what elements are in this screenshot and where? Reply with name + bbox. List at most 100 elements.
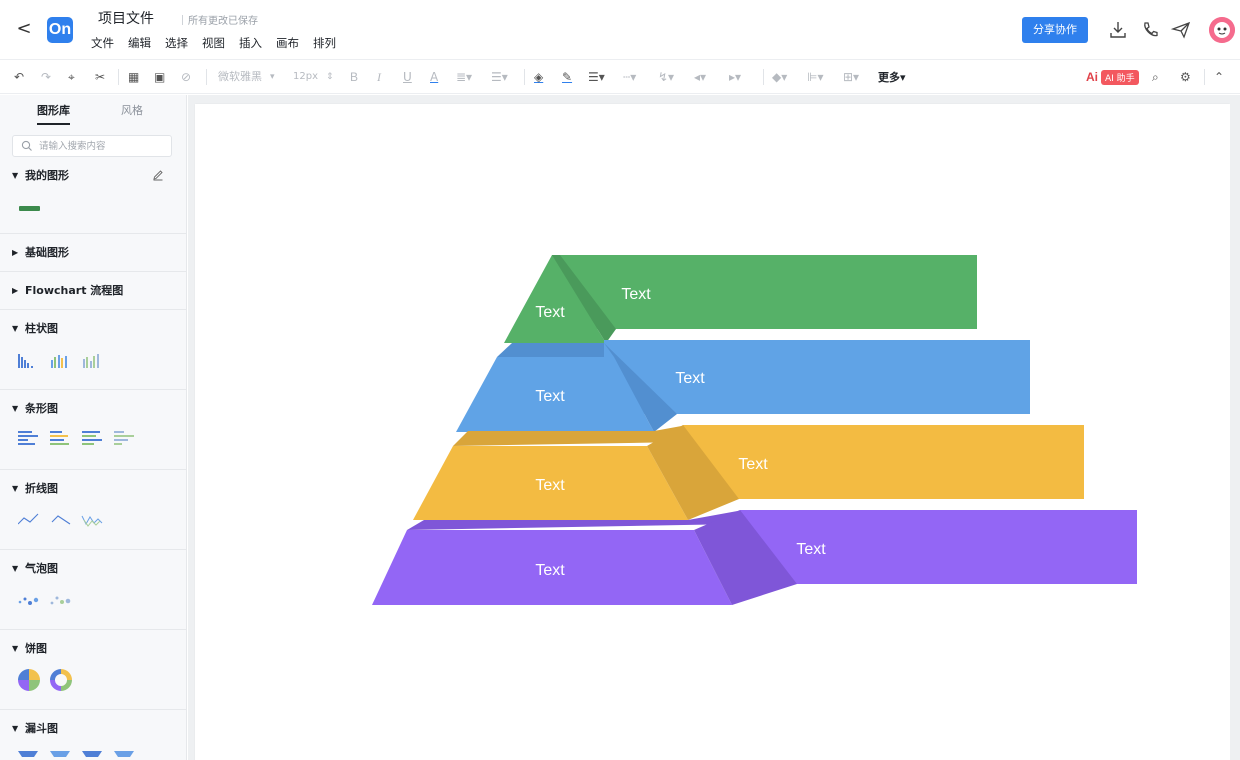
line-width-icon[interactable]: ☰▾: [588, 69, 605, 85]
tab-shape-library[interactable]: 图形库: [37, 102, 70, 118]
section-bar-chart: ▼ 条形图: [0, 390, 186, 470]
caret-right-icon: ▶: [12, 247, 19, 257]
column-chart-thumbnails[interactable]: [18, 352, 108, 368]
bar-chart-thumbnails[interactable]: [18, 430, 138, 448]
menu-bar: 文件 编辑 选择 视图 插入 画布 排列: [91, 35, 336, 51]
pyramid-level-3[interactable]: Text Text: [413, 425, 1084, 520]
link-icon[interactable]: ⊘: [181, 69, 191, 85]
section-column-chart: ▼ 柱状图: [0, 310, 186, 390]
my-shape-thumbnail[interactable]: [19, 206, 40, 211]
level-1-banner: [552, 255, 977, 329]
caret-down-icon: ▼: [12, 323, 19, 333]
font-size-stepper-icon[interactable]: ⇕: [326, 69, 334, 85]
menu-canvas[interactable]: 画布: [276, 35, 299, 51]
undo-icon[interactable]: ↶: [14, 69, 24, 85]
section-header-my-shapes[interactable]: ▼ 我的图形: [12, 165, 69, 185]
menu-file[interactable]: 文件: [91, 35, 114, 51]
menu-view[interactable]: 视图: [202, 35, 225, 51]
pyramid-level-1[interactable]: Text Text: [504, 255, 977, 343]
menu-insert[interactable]: 插入: [239, 35, 262, 51]
format-toolbar: ↶ ↷ ⌖ ✂ ▦ ▣ ⊘ 微软雅黑 ▾ 12px ⇕ B I U A ≣▾ ☰…: [0, 60, 1240, 94]
section-header-bar-chart[interactable]: ▼ 条形图: [12, 398, 58, 418]
search-input[interactable]: [39, 138, 169, 154]
save-status: 所有更改已保存: [182, 12, 258, 27]
font-size-input[interactable]: 12px: [293, 69, 318, 85]
search-doc-icon[interactable]: ⌕: [1152, 69, 1159, 85]
underline-icon[interactable]: U: [403, 69, 412, 85]
caret-down-icon: ▼: [12, 643, 19, 653]
caret-right-icon: ▶: [12, 285, 19, 295]
document-title[interactable]: 项目文件: [98, 8, 154, 28]
menu-arrange[interactable]: 排列: [313, 35, 336, 51]
align-objects-icon[interactable]: ⊫▾: [807, 69, 823, 85]
section-header-funnel-chart[interactable]: ▼ 漏斗图: [12, 718, 58, 738]
line-chart-thumbnails[interactable]: [18, 512, 108, 528]
section-header-line-chart[interactable]: ▼ 折线图: [12, 478, 58, 498]
share-button[interactable]: 分享协作: [1022, 17, 1088, 43]
level-2-banner: [604, 340, 1030, 414]
section-header-pie-chart[interactable]: ▼ 饼图: [12, 638, 47, 658]
more-button[interactable]: 更多▾: [878, 69, 906, 85]
phone-icon[interactable]: [1139, 19, 1161, 41]
format-painter-icon[interactable]: ⌖: [68, 69, 75, 85]
arrow-start-icon[interactable]: ◂▾: [694, 69, 706, 85]
section-header-column-chart[interactable]: ▼ 柱状图: [12, 318, 58, 338]
settings-icon[interactable]: ⚙: [1180, 69, 1191, 85]
font-family-caret-icon[interactable]: ▾: [270, 69, 275, 85]
level-2-right-text[interactable]: Text: [675, 370, 705, 387]
clear-format-icon[interactable]: ✂: [95, 69, 105, 85]
tab-style[interactable]: 风格: [121, 102, 143, 118]
layer-icon[interactable]: ◆▾: [772, 69, 787, 85]
line-color-icon[interactable]: ✎: [562, 69, 572, 85]
image-icon[interactable]: ▣: [154, 69, 165, 85]
level-4-right-text[interactable]: Text: [796, 541, 826, 558]
section-header-basic-shapes[interactable]: ▶ 基础图形: [12, 242, 69, 262]
ai-label: AI 助手: [1101, 69, 1139, 85]
redo-icon[interactable]: ↷: [41, 69, 51, 85]
pie-chart-thumbnails[interactable]: [18, 668, 78, 692]
grid-icon[interactable]: ⊞▾: [843, 69, 859, 85]
back-button[interactable]: <: [14, 18, 34, 40]
shape-library-sidebar: 图形库 风格 ▼ 我的图形 ▶ 基础图形 ▶ Flowchart 流程图: [0, 95, 187, 760]
level-3-right-text[interactable]: Text: [738, 456, 768, 473]
app-logo[interactable]: On: [47, 17, 73, 43]
ai-assistant-button[interactable]: Ai AI 助手: [1086, 69, 1139, 85]
pyramid-diagram[interactable]: Text Text Text Text Text Text Text Text: [195, 104, 1230, 760]
section-pie-chart: ▼ 饼图: [0, 630, 186, 710]
arrow-end-icon[interactable]: ▸▾: [729, 69, 741, 85]
font-family-select[interactable]: 微软雅黑: [218, 69, 262, 85]
menu-edit[interactable]: 编辑: [128, 35, 151, 51]
align-icon[interactable]: ☰▾: [491, 69, 508, 85]
font-color-icon[interactable]: A: [430, 69, 438, 85]
canvas-page[interactable]: Text Text Text Text Text Text Text Text: [195, 104, 1230, 760]
section-header-bubble-chart[interactable]: ▼ 气泡图: [12, 558, 58, 578]
line-style-icon[interactable]: ┄▾: [623, 69, 636, 85]
download-icon[interactable]: [1107, 19, 1129, 41]
level-1-left-text[interactable]: Text: [535, 304, 565, 321]
italic-icon[interactable]: I: [377, 69, 381, 85]
level-1-right-text[interactable]: Text: [621, 286, 651, 303]
fill-color-icon[interactable]: ◈: [534, 69, 543, 85]
canvas-area[interactable]: Text Text Text Text Text Text Text Text: [188, 95, 1240, 760]
bold-icon[interactable]: B: [350, 69, 358, 85]
section-header-flowchart[interactable]: ▶ Flowchart 流程图: [12, 280, 123, 300]
level-4-left-text[interactable]: Text: [535, 562, 565, 579]
level-2-left-text[interactable]: Text: [535, 388, 565, 405]
funnel-chart-thumbnails[interactable]: [18, 751, 138, 760]
pyramid-level-4[interactable]: Text Text: [372, 510, 1137, 605]
collapse-toolbar-icon[interactable]: ⌃: [1214, 69, 1224, 85]
line-spacing-icon[interactable]: ≣▾: [456, 69, 472, 85]
menu-select[interactable]: 选择: [165, 35, 188, 51]
pyramid-level-2[interactable]: Text Text: [456, 340, 1030, 432]
pattern-fill-icon[interactable]: ▦: [128, 69, 139, 85]
level-3-left-text[interactable]: Text: [535, 477, 565, 494]
section-funnel-chart: ▼ 漏斗图: [0, 710, 186, 760]
connector-icon[interactable]: ↯▾: [658, 69, 674, 85]
edit-icon[interactable]: [152, 169, 164, 181]
avatar[interactable]: [1209, 17, 1235, 43]
section-line-chart: ▼ 折线图: [0, 470, 186, 550]
send-icon[interactable]: [1170, 19, 1192, 41]
vertical-scrollbar[interactable]: [1230, 95, 1240, 760]
bubble-chart-thumbnails[interactable]: [18, 592, 78, 608]
top-header: < On 项目文件 所有更改已保存 文件 编辑 选择 视图 插入 画布 排列 分…: [0, 0, 1240, 60]
